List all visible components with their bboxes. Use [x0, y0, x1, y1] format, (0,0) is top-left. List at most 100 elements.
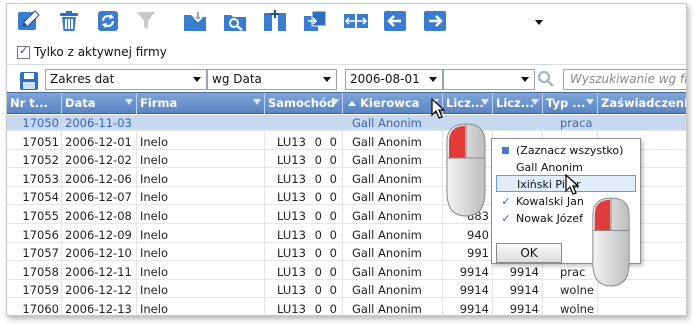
cell-sb: 0 — [329, 264, 337, 279]
column-header-label: Kierowca — [360, 96, 420, 110]
filter-funnel-icon[interactable] — [586, 99, 594, 105]
column-header-firma[interactable]: Firma — [137, 93, 265, 114]
column-header-data[interactable]: Data — [62, 93, 137, 114]
cell-firma: Inelo — [140, 134, 168, 149]
column-header-licznik-2[interactable]: Licz... — [493, 93, 543, 114]
cell-l2 — [497, 115, 539, 131]
table-row[interactable]: 17059 2006-12-12 Inelo LU13 0 0 Gall Anonim 991… — [7, 282, 686, 299]
app-window: Tylko z aktywnej firmy Zakres dat wg Dat… — [6, 3, 687, 316]
delete-icon[interactable] — [57, 10, 83, 32]
search-icon[interactable] — [537, 70, 555, 88]
filter-funnel-icon[interactable] — [125, 99, 133, 105]
popup-item-select-all[interactable]: (Zaznacz wszystko) — [496, 142, 636, 159]
cell-data: 2006-12-08 — [65, 209, 132, 223]
filter-funnel-icon[interactable] — [531, 99, 539, 105]
table-row[interactable]: 17050 2006-11-03 Gall Anonim praca — [7, 115, 686, 131]
back-arrow-icon[interactable] — [383, 10, 409, 32]
cell-sb: 0 — [329, 283, 337, 298]
cell-l1: 9914 — [459, 264, 489, 279]
cell-data: 2006-12-06 — [65, 171, 132, 186]
cell-data: 2006-11-03 — [65, 116, 132, 130]
filter-icon[interactable] — [135, 10, 161, 32]
cell-kier: Gall Anonim — [352, 264, 422, 279]
search-input[interactable]: Wyszukiwanie wg fr — [563, 69, 686, 90]
popup-item-label: Gall Anonim — [516, 161, 583, 174]
cell-sa: 0 — [314, 283, 322, 298]
toolbar-overflow-dropdown[interactable] — [535, 20, 543, 25]
cell-firma: Inelo — [140, 209, 168, 223]
cell-sa: 0 — [314, 190, 322, 205]
cell-sb: 0 — [329, 302, 337, 316]
cell-sam: LU13 — [277, 171, 306, 186]
table-row[interactable]: 17060 2006-12-13 Inelo LU13 0 0 Gall Anonim 991… — [7, 301, 686, 316]
checkmark-icon: ✓ — [501, 212, 511, 225]
cell-sb: 0 — [329, 171, 337, 186]
cell-sam: LU13 — [277, 246, 306, 261]
edit-icon[interactable] — [17, 10, 43, 32]
cell-l1: 9914 — [459, 283, 489, 298]
mouse-click-illustration-icon — [446, 123, 486, 217]
cell-sa: 0 — [314, 264, 322, 279]
cell-firma: Inelo — [140, 246, 168, 261]
cell-l2: 9914 — [509, 264, 539, 279]
forward-arrow-icon[interactable] — [423, 10, 449, 32]
cell-kier: Gall Anonim — [352, 227, 422, 242]
cell-typ: praca — [560, 116, 593, 130]
cell-data: 2006-12-09 — [65, 227, 132, 242]
only-active-company-checkbox[interactable] — [17, 44, 30, 59]
cell-sb: 0 — [329, 246, 337, 261]
cell-sam: LU13 — [277, 227, 306, 242]
filter-funnel-icon[interactable] — [331, 99, 339, 105]
filter-funnel-icon[interactable] — [253, 99, 261, 105]
column-header-samochod[interactable]: Samochód — [265, 93, 343, 114]
column-header-typ[interactable]: Typ ... — [543, 93, 598, 114]
column-header-kierowca[interactable]: Kierowca — [343, 93, 443, 114]
cell-sam: LU13 — [277, 134, 306, 149]
cell-firma: Inelo — [140, 190, 168, 205]
chevron-down-icon — [429, 77, 437, 82]
column-header-zaswiadczenie[interactable]: Zaświadczenie — [598, 93, 687, 114]
cell-nr: 17052 — [22, 153, 59, 168]
cell-sa: 0 — [314, 153, 322, 168]
refresh-icon[interactable] — [97, 10, 123, 32]
popup-item-label: Kowalski Jan — [516, 195, 584, 208]
cell-firma: Inelo — [140, 227, 168, 242]
mouse-click-illustration-icon — [592, 197, 630, 287]
filter-funnel-icon[interactable] — [481, 99, 489, 105]
column-header-licznik-1[interactable]: Licz... — [443, 93, 493, 114]
cell-sa: 0 — [314, 227, 322, 242]
cell-sam: LU13 — [277, 209, 306, 223]
column-header-nr[interactable]: Nr t... — [7, 93, 62, 114]
only-active-company-option[interactable]: Tylko z aktywnej firmy — [17, 44, 167, 60]
export-folder-icon[interactable] — [183, 10, 209, 32]
cell-l2: 9914 — [509, 302, 539, 316]
add-column-icon[interactable] — [263, 10, 289, 32]
save-icon[interactable] — [19, 71, 39, 91]
column-header-label: Firma — [140, 96, 178, 110]
cell-firma: Inelo — [140, 171, 168, 186]
cell-kier: Gall Anonim — [352, 283, 422, 298]
by-field-select[interactable]: wg Data — [207, 69, 337, 90]
cell-nr: 17056 — [22, 227, 59, 242]
cell-nr: 17057 — [22, 246, 59, 261]
cell-sb: 0 — [329, 190, 337, 205]
date-to-picker[interactable] — [443, 69, 535, 90]
table-row[interactable]: 17058 2006-12-11 Inelo LU13 0 0 Gall Anonim 991… — [7, 264, 686, 280]
date-from-picker[interactable]: 2006-08-01 — [345, 69, 443, 90]
copy-icon[interactable] — [303, 10, 329, 32]
ok-button[interactable]: OK — [496, 243, 562, 263]
cell-sb: 0 — [329, 209, 337, 223]
cell-kier: Gall Anonim — [352, 246, 422, 261]
cell-firma: Inelo — [140, 283, 168, 298]
column-header-label: Zaświadczenie — [601, 96, 687, 110]
search-folder-icon[interactable] — [223, 10, 249, 32]
cell-l1: 9914 — [459, 302, 489, 316]
cell-sam: LU13 — [277, 302, 306, 316]
resize-columns-icon[interactable] — [343, 10, 369, 32]
cell-sam — [277, 115, 309, 131]
range-select-value: Zakres dat — [50, 72, 115, 86]
cell-data: 2006-12-13 — [65, 302, 132, 316]
cell-data: 2006-12-11 — [65, 264, 132, 279]
range-select[interactable]: Zakres dat — [45, 69, 207, 90]
cell-sa: 0 — [314, 209, 322, 223]
